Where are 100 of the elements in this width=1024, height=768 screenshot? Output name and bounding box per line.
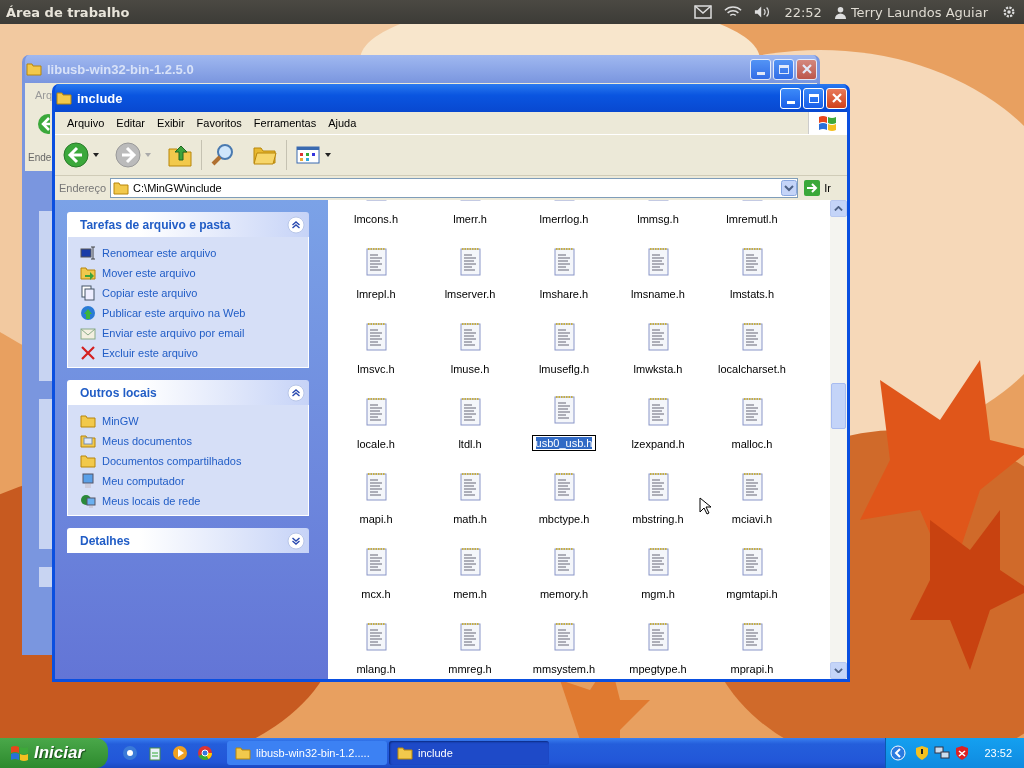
panel-title[interactable]: Outros locais [80, 385, 157, 400]
text-file-icon[interactable] [646, 622, 670, 652]
text-file-icon[interactable] [740, 622, 764, 652]
file-name[interactable]: lzexpand.h [629, 437, 687, 451]
text-file-icon[interactable] [740, 247, 764, 277]
file-name[interactable]: lmcons.h [352, 212, 400, 226]
security-shield-icon[interactable] [954, 745, 971, 761]
scrollbar[interactable] [830, 200, 847, 679]
text-file-icon[interactable] [458, 397, 482, 427]
text-file-icon[interactable] [646, 397, 670, 427]
dropdown-icon[interactable] [781, 180, 798, 196]
file-name[interactable]: lmwksta.h [631, 362, 685, 376]
caret-icon[interactable] [93, 153, 99, 157]
rename-field[interactable]: usb0_usb.h [531, 435, 597, 451]
panel-header[interactable]: Outros locais [67, 380, 309, 405]
text-file-icon[interactable] [646, 322, 670, 352]
file-name[interactable]: mcx.h [359, 587, 393, 601]
text-file-icon[interactable] [458, 472, 482, 502]
scrollbar-thumb[interactable] [831, 383, 846, 429]
text-file-icon[interactable] [458, 322, 482, 352]
file-name[interactable]: localcharset.h [716, 362, 788, 376]
text-file-icon[interactable] [740, 397, 764, 427]
caret-icon[interactable] [325, 153, 331, 157]
panel-header[interactable]: Detalhes [67, 528, 309, 553]
task-link[interactable]: Meus documentos [102, 435, 192, 447]
text-file-icon[interactable] [364, 472, 388, 502]
task-link[interactable]: Copiar este arquivo [102, 287, 198, 299]
taskbar-button[interactable]: include [389, 741, 549, 765]
file-name[interactable]: mlang.h [354, 662, 398, 676]
menu-item[interactable]: Favoritos [190, 117, 248, 129]
file-name[interactable]: lmsvc.h [355, 362, 397, 376]
user-name[interactable]: Terry Laundos Aguiar [850, 4, 988, 20]
menu-item[interactable]: Ferramentas [247, 117, 323, 129]
panel-header[interactable]: Tarefas de arquivo e pasta [67, 212, 309, 237]
go-button[interactable]: Ir [802, 180, 843, 196]
text-file-icon[interactable] [740, 322, 764, 352]
maximize-button[interactable] [803, 87, 824, 109]
file-name[interactable]: lmerr.h [451, 212, 489, 226]
file-name[interactable]: mgm.h [639, 587, 677, 601]
media-player-icon[interactable] [172, 745, 188, 761]
file-name[interactable]: mgmtapi.h [724, 587, 780, 601]
menu-item[interactable]: Editar [110, 117, 152, 129]
collapse-icon[interactable] [287, 215, 305, 234]
file-name[interactable]: math.h [451, 512, 489, 526]
text-file-icon[interactable] [364, 397, 388, 427]
file-name[interactable]: lmuse.h [448, 362, 492, 376]
file-name[interactable]: mem.h [451, 587, 489, 601]
task-link[interactable]: Publicar este arquivo na Web [102, 307, 246, 319]
wifi-icon[interactable] [724, 5, 743, 19]
file-name[interactable]: memory.h [537, 587, 591, 601]
clock[interactable]: 22:52 [784, 4, 822, 20]
panel-title[interactable]: Tarefas de arquivo e pasta [80, 217, 231, 232]
mail-icon[interactable] [694, 5, 713, 19]
chrome-icon[interactable] [197, 745, 213, 761]
text-file-icon[interactable] [646, 547, 670, 577]
shield-icon[interactable] [914, 745, 931, 761]
text-file-icon[interactable] [552, 247, 576, 277]
text-file-icon[interactable] [364, 322, 388, 352]
menu-item[interactable]: Ajuda [322, 117, 363, 129]
close-button[interactable] [826, 87, 847, 109]
text-file-icon[interactable] [552, 395, 576, 425]
file-name[interactable]: ltdl.h [456, 437, 484, 451]
network-icon[interactable] [934, 745, 951, 761]
text-file-icon[interactable] [458, 247, 482, 277]
expand-icon[interactable] [287, 531, 305, 550]
file-name[interactable]: mapi.h [357, 512, 395, 526]
file-name[interactable]: lmstats.h [728, 287, 776, 301]
file-name[interactable]: mmreg.h [446, 662, 494, 676]
menu-item[interactable]: Arquivo [61, 117, 111, 129]
text-file-icon[interactable] [364, 547, 388, 577]
task-link[interactable]: Enviar este arquivo por email [102, 327, 245, 339]
task-link[interactable]: Mover este arquivo [102, 267, 196, 279]
file-name[interactable]: lmremutl.h [724, 212, 780, 226]
text-file-icon[interactable] [364, 247, 388, 277]
address-field[interactable]: C:\MinGW\include [110, 178, 799, 198]
browser-icon[interactable] [122, 745, 138, 761]
task-link[interactable]: Meu computador [102, 475, 185, 487]
task-link[interactable]: MinGW [102, 415, 139, 427]
task-link[interactable]: Excluir este arquivo [102, 347, 198, 359]
task-link[interactable]: Documentos compartilhados [102, 455, 242, 467]
file-name[interactable]: mbstring.h [630, 512, 686, 526]
chevron-left-icon[interactable] [890, 745, 907, 761]
search-icon[interactable] [210, 142, 236, 168]
file-name[interactable]: mciavi.h [729, 512, 775, 526]
text-file-icon[interactable] [552, 322, 576, 352]
file-name[interactable]: mprapi.h [728, 662, 776, 676]
task-link[interactable]: Renomear este arquivo [102, 247, 217, 259]
minimize-button[interactable] [780, 87, 801, 109]
file-name[interactable]: lmmsg.h [635, 212, 681, 226]
text-file-icon[interactable] [552, 472, 576, 502]
collapse-icon[interactable] [287, 383, 305, 402]
file-name[interactable]: mmsystem.h [530, 662, 598, 676]
text-file-icon[interactable] [458, 622, 482, 652]
file-name[interactable]: lmrepl.h [354, 287, 398, 301]
panel-title[interactable]: Detalhes [80, 533, 131, 548]
text-file-icon[interactable] [740, 547, 764, 577]
taskbar-button[interactable]: libusb-win32-bin-1.2..... [227, 741, 387, 765]
text-file-icon[interactable] [458, 547, 482, 577]
file-name[interactable]: lmerrlog.h [537, 212, 591, 226]
file-name[interactable]: locale.h [355, 437, 397, 451]
